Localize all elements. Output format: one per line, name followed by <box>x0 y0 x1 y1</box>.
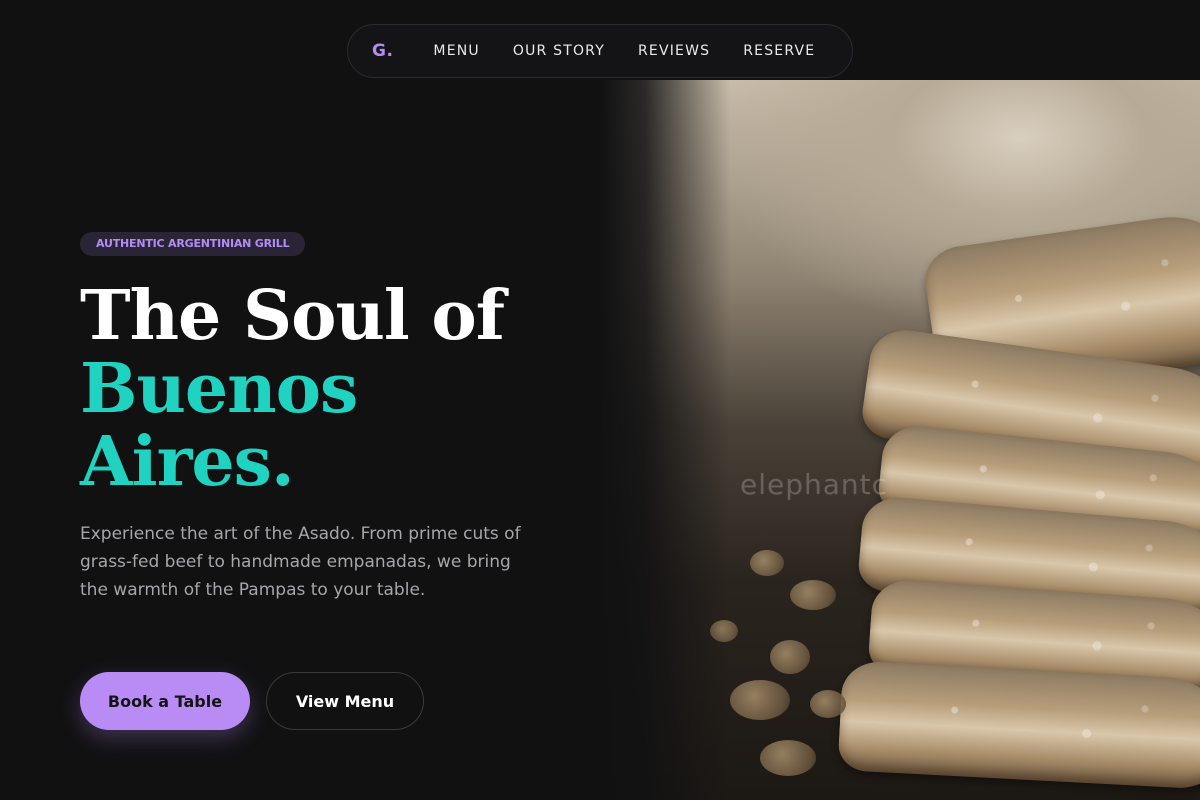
book-table-button[interactable]: Book a Table <box>80 672 250 730</box>
hero-headline: The Soul of Buenos Aires. <box>80 280 600 499</box>
category-badge: AUTHENTIC ARGENTINIAN GRILL <box>80 232 306 256</box>
headline-accent-line-1: Buenos <box>80 349 358 429</box>
headline-accent-line-2: Aires. <box>80 422 295 502</box>
brand-logo[interactable]: G. <box>372 41 393 61</box>
headline-line-1: The Soul of <box>80 276 505 356</box>
top-navbar: G. MENU OUR STORY REVIEWS RESERVE <box>347 24 853 78</box>
view-menu-button[interactable]: View Menu <box>266 672 424 730</box>
nav-link-menu[interactable]: MENU <box>433 43 479 59</box>
hero-image-bread: elephantc <box>600 80 1200 800</box>
nav-link-reserve[interactable]: RESERVE <box>743 43 815 59</box>
image-watermark: elephantc <box>740 468 889 501</box>
nav-link-reviews[interactable]: REVIEWS <box>638 43 710 59</box>
nav-link-our-story[interactable]: OUR STORY <box>513 43 605 59</box>
hero-description: Experience the art of the Asado. From pr… <box>80 524 521 600</box>
page: elephantc G. MENU OUR STORY REVIEWS RESE… <box>0 0 1200 800</box>
